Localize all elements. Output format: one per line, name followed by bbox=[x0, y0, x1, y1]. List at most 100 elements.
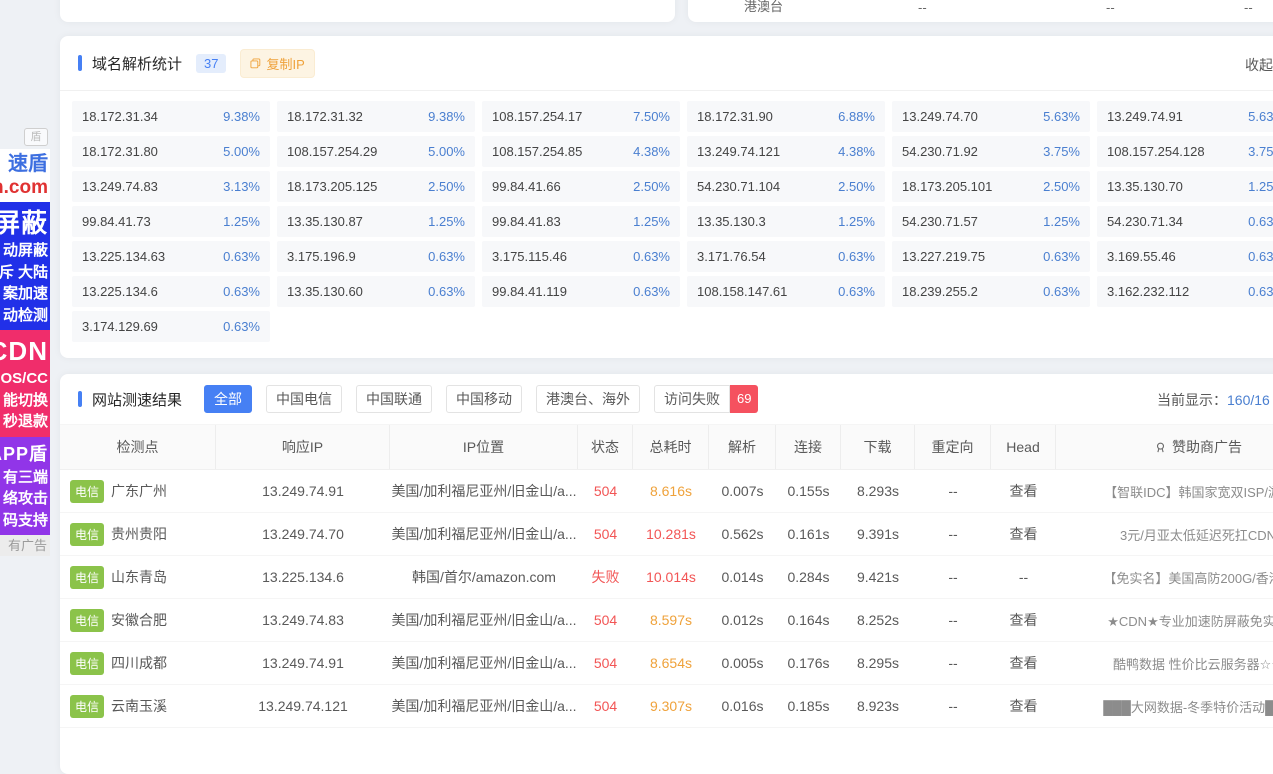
connect-time: 0.185s bbox=[776, 685, 841, 727]
tab-全部[interactable]: 全部 bbox=[204, 385, 252, 413]
sponsor-ad-link[interactable]: 酷鸭数据 性价比云服务器☆★ bbox=[1056, 642, 1273, 684]
ip-cell: 54.230.71.923.75% bbox=[892, 136, 1090, 167]
sponsor-ad-link[interactable]: 3元/月亚太低延迟死扛CDN bbox=[1056, 513, 1273, 555]
current-display-count: 当前显示：160/16 bbox=[1157, 390, 1270, 410]
ip-address: 3.175.115.46 bbox=[492, 249, 567, 264]
status-value: 504 bbox=[578, 642, 633, 684]
ip-percent: 0.63% bbox=[1248, 249, 1273, 264]
ip-percent: 1.25% bbox=[1248, 179, 1273, 194]
sponsor-ad-link[interactable]: 【免实名】美国高防200G/香港... bbox=[1056, 556, 1273, 598]
ip-percent: 9.38% bbox=[223, 109, 260, 124]
ip-address: 18.173.205.125 bbox=[287, 179, 377, 194]
head-view-link[interactable]: 查看 bbox=[991, 470, 1056, 512]
fail-count-badge: 69 bbox=[730, 385, 758, 413]
sponsor-ad-link[interactable]: ★CDN★专业加速防屏蔽免实名 bbox=[1056, 599, 1273, 641]
ip-address: 108.157.254.85 bbox=[492, 144, 582, 159]
isp-badge: 电信 bbox=[70, 609, 104, 632]
isp-badge: 电信 bbox=[70, 480, 104, 503]
head-view-link[interactable]: 查看 bbox=[991, 599, 1056, 641]
ip-percent: 2.50% bbox=[428, 179, 465, 194]
ip-cell: 3.162.232.1120.63% bbox=[1097, 276, 1273, 307]
status-value: 504 bbox=[578, 599, 633, 641]
ip-address: 13.225.134.6 bbox=[82, 284, 158, 299]
connect-time: 0.155s bbox=[776, 470, 841, 512]
table-row: 电信四川成都13.249.74.91美国/加利福尼亚州/旧金山/a...5048… bbox=[60, 642, 1273, 685]
sponsor-ad-link[interactable]: 【智联IDC】韩国家宽双ISP/游... bbox=[1056, 470, 1273, 512]
ad-text: 斥 大陆 bbox=[0, 262, 48, 284]
ip-percent: 4.38% bbox=[633, 144, 670, 159]
ad-blue-block[interactable]: 屏蔽 动屏蔽 斥 大陆 案加速 动检测 bbox=[0, 202, 50, 330]
tab-group: 中国电信 bbox=[266, 385, 342, 413]
column-header: 检测点 bbox=[60, 425, 216, 469]
ip-cell: 13.249.74.705.63% bbox=[892, 101, 1090, 132]
copy-ip-button[interactable]: 复制IP bbox=[240, 49, 314, 78]
tab-中国联通[interactable]: 中国联通 bbox=[356, 385, 432, 413]
ip-address: 99.84.41.73 bbox=[82, 214, 151, 229]
node-name: 广东广州 bbox=[111, 481, 167, 501]
column-header: 重定向 bbox=[915, 425, 991, 469]
head-view-link[interactable]: 查看 bbox=[991, 685, 1056, 727]
ip-percent: 0.63% bbox=[633, 284, 670, 299]
ad-footer-text: 有广告 bbox=[8, 535, 47, 556]
response-ip: 13.249.74.121 bbox=[216, 685, 390, 727]
status-value: 504 bbox=[578, 470, 633, 512]
ad-text: APP盾 bbox=[0, 441, 48, 467]
ip-percent: 1.25% bbox=[838, 214, 875, 229]
column-header: 连接 bbox=[776, 425, 841, 469]
isp-badge: 电信 bbox=[70, 652, 104, 675]
ad-purple-block[interactable]: APP盾 有三端 络攻击 码支持 bbox=[0, 437, 50, 536]
ip-address: 13.225.134.63 bbox=[82, 249, 165, 264]
sponsor-ad-link[interactable]: ███大网数据-冬季特价活动███ bbox=[1056, 685, 1273, 727]
ip-cell: 99.84.41.1190.63% bbox=[482, 276, 680, 307]
column-header: 解析 bbox=[709, 425, 776, 469]
ip-cell: 18.173.205.125 2.50% bbox=[277, 171, 475, 202]
table-body: 电信广东广州13.249.74.91美国/加利福尼亚州/旧金山/a...5048… bbox=[60, 470, 1273, 728]
ad-pink-block[interactable]: CDN DOS/CC 能切换 秒退款 bbox=[0, 330, 50, 437]
dns-ip-grid: 18.172.31.349.38%18.172.31.329.38%108.15… bbox=[72, 101, 1273, 342]
ip-cell: 13.35.130.31.25% bbox=[687, 206, 885, 237]
ip-cell: 13.225.134.60.63% bbox=[72, 276, 270, 307]
ip-percent: 0.63% bbox=[1043, 284, 1080, 299]
ip-percent: 0.63% bbox=[223, 319, 260, 334]
ip-percent: 0.63% bbox=[838, 284, 875, 299]
ip-address: 54.230.71.104 bbox=[697, 179, 780, 194]
ip-address: 3.171.76.54 bbox=[697, 249, 766, 264]
display-value: 160/16 bbox=[1227, 392, 1270, 408]
dns-time: 0.012s bbox=[709, 599, 776, 641]
tab-访问失败[interactable]: 访问失败 bbox=[654, 385, 730, 413]
ad-logo-block[interactable]: 速盾 n.com bbox=[0, 149, 50, 202]
sponsor-medal-icon bbox=[1154, 441, 1167, 454]
dns-time: 0.016s bbox=[709, 685, 776, 727]
download-time: 8.293s bbox=[841, 470, 915, 512]
ip-count-badge: 37 bbox=[196, 54, 226, 73]
collapse-link[interactable]: 收起 bbox=[1245, 55, 1273, 75]
head-view-link[interactable]: 查看 bbox=[991, 513, 1056, 555]
ip-percent: 2.50% bbox=[838, 179, 875, 194]
tab-中国移动[interactable]: 中国移动 bbox=[446, 385, 522, 413]
redirect-value: -- bbox=[915, 513, 991, 555]
ad-text: 案加速 bbox=[3, 283, 48, 305]
head-view-link[interactable]: 查看 bbox=[991, 642, 1056, 684]
ip-location: 美国/加利福尼亚州/旧金山/a... bbox=[390, 470, 578, 512]
partial-row-label: 港澳台 bbox=[744, 0, 783, 15]
display-label: 当前显示： bbox=[1157, 392, 1227, 408]
side-ad-banner[interactable]: 盾 速盾 n.com 屏蔽 动屏蔽 斥 大陆 案加速 动检测 CDN DOS/C… bbox=[0, 128, 50, 556]
connect-time: 0.176s bbox=[776, 642, 841, 684]
tab-中国电信[interactable]: 中国电信 bbox=[266, 385, 342, 413]
table-row: 电信云南玉溪13.249.74.121美国/加利福尼亚州/旧金山/a...504… bbox=[60, 685, 1273, 728]
ip-cell: 18.172.31.349.38% bbox=[72, 101, 270, 132]
node-cell: 电信安徽合肥 bbox=[60, 599, 216, 641]
connect-time: 0.164s bbox=[776, 599, 841, 641]
ip-address: 13.249.74.91 bbox=[1107, 109, 1183, 124]
partial-row-value: -- bbox=[1244, 0, 1253, 15]
column-header-label: 赞助商广告 bbox=[1172, 437, 1242, 457]
ip-cell: 18.239.255.20.63% bbox=[892, 276, 1090, 307]
tab-港澳台、海外[interactable]: 港澳台、海外 bbox=[536, 385, 640, 413]
ip-address: 13.227.219.75 bbox=[902, 249, 985, 264]
node-name: 山东青岛 bbox=[111, 567, 167, 587]
ip-address: 3.169.55.46 bbox=[1107, 249, 1176, 264]
dns-card-header: 域名解析统计 37 复制IP 收起 bbox=[60, 36, 1273, 91]
tab-group: 中国移动 bbox=[446, 385, 522, 413]
ip-cell: 99.84.41.731.25% bbox=[72, 206, 270, 237]
ip-percent: 0.63% bbox=[428, 249, 465, 264]
